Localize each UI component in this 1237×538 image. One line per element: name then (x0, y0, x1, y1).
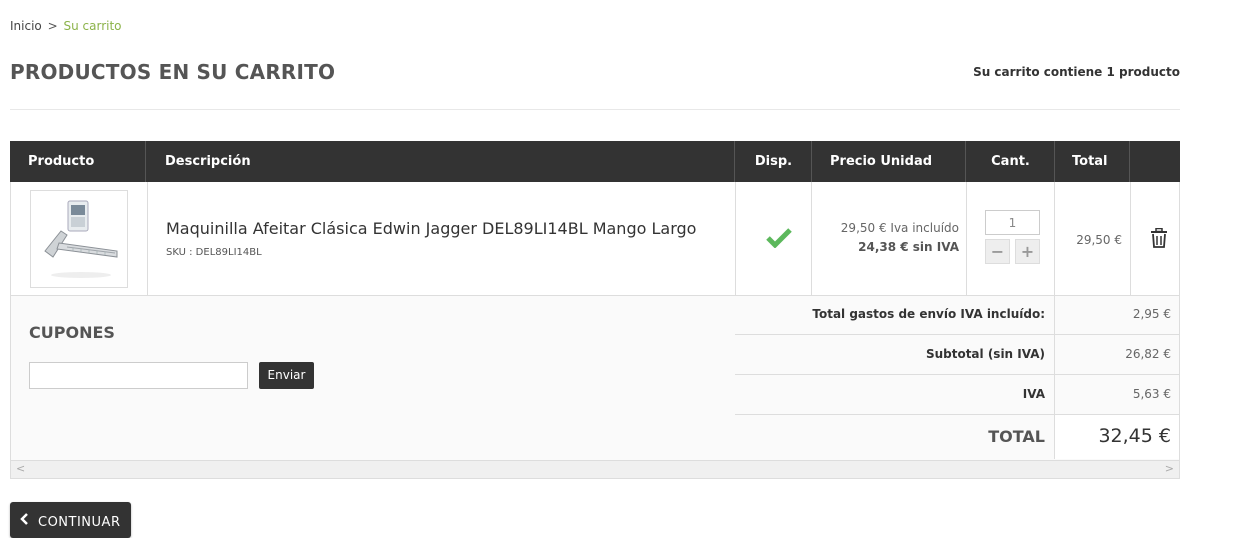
minus-icon: − (990, 242, 1005, 261)
subtotal-label: Subtotal (sin IVA) (925, 347, 1045, 361)
submit-coupon-button[interactable]: Enviar (259, 362, 314, 389)
product-name-link[interactable]: Maquinilla Afeitar Clásica Edwin Jagger … (166, 219, 696, 238)
trash-icon (1151, 227, 1167, 248)
cell-divider (735, 182, 736, 295)
continue-label: CONTINUAR (38, 515, 121, 530)
plus-icon: + (1020, 242, 1035, 261)
subtotal-row: Subtotal (sin IVA) 26,82 € (735, 335, 1179, 375)
column-header-availability: Disp. (736, 141, 812, 182)
horizontal-scrollbar[interactable]: < > (11, 460, 1179, 478)
breadcrumb-current[interactable]: Su carrito (63, 19, 121, 33)
grand-total-row: TOTAL 32,45 € (735, 415, 1179, 459)
column-header-total: Total (1055, 141, 1130, 182)
tax-value: 5,63 € (1132, 387, 1171, 401)
shipping-value: 2,95 € (1132, 307, 1171, 321)
breadcrumb-home-link[interactable]: Inicio (10, 19, 42, 33)
cell-divider (966, 182, 967, 295)
decrease-quantity-button[interactable]: − (985, 239, 1010, 264)
table-header: Producto Descripción Disp. Precio Unidad… (10, 141, 1180, 182)
tax-label: IVA (1022, 387, 1045, 401)
unit-price-with-tax: 29,50 € Iva incluído (840, 221, 959, 235)
tax-row: IVA 5,63 € (735, 375, 1179, 415)
cell-divider (147, 182, 148, 295)
cell-divider (1130, 182, 1131, 295)
increase-quantity-button[interactable]: + (1015, 239, 1040, 264)
grand-total-label: TOTAL (988, 427, 1045, 446)
column-header-description: Descripción (147, 141, 735, 182)
cart-count: Su carrito contiene 1 producto (973, 65, 1180, 79)
unit-price-without-tax: 24,38 € sin IVA (858, 240, 959, 254)
grand-total-value: 32,45 € (1098, 425, 1171, 447)
column-header-quantity: Cant. (967, 141, 1055, 182)
divider (10, 109, 1180, 110)
column-header-unit-price: Precio Unidad (812, 141, 966, 182)
quantity-input[interactable]: 1 (985, 210, 1040, 235)
coupons-title: CUPONES (29, 323, 115, 342)
breadcrumb-separator: > (47, 19, 58, 33)
cell-divider (1054, 182, 1055, 295)
breadcrumb: Inicio > Su carrito (10, 19, 122, 33)
subtotal-value: 26,82 € (1125, 347, 1171, 361)
coupon-code-input[interactable] (29, 362, 248, 389)
chevron-left-icon (20, 513, 30, 529)
delete-item-button[interactable] (1150, 227, 1168, 252)
table-row: Maquinilla Afeitar Clásica Edwin Jagger … (11, 182, 1179, 296)
product-image[interactable] (30, 190, 128, 288)
line-total: 29,50 € (1076, 233, 1122, 247)
cart-table: Producto Descripción Disp. Precio Unidad… (10, 141, 1180, 479)
page-title: PRODUCTOS EN SU CARRITO (10, 60, 336, 84)
column-header-product: Producto (10, 141, 146, 182)
cell-divider (811, 182, 812, 295)
scroll-right-icon[interactable]: > (1165, 462, 1174, 475)
product-sku: SKU : DEL89LI14BL (166, 247, 262, 258)
shipping-row: Total gastos de envío IVA incluído: 2,95… (735, 295, 1179, 335)
scroll-left-icon[interactable]: < (16, 462, 25, 475)
shipping-label: Total gastos de envío IVA incluído: (812, 307, 1045, 321)
check-icon (766, 228, 792, 252)
